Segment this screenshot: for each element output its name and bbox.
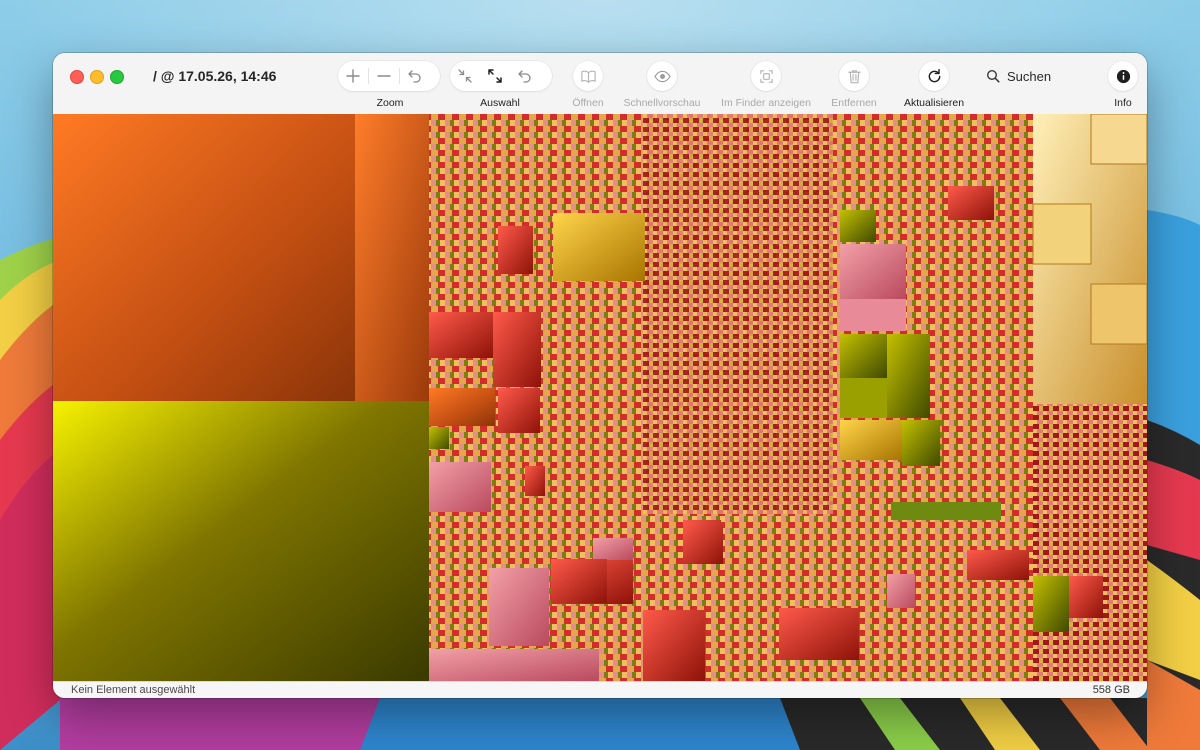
info-label: Info [1114, 97, 1132, 109]
search-field[interactable]: Suchen [986, 61, 1051, 91]
treemap-cream-tile[interactable] [1032, 203, 1092, 265]
treemap-block-red[interactable] [493, 312, 541, 387]
titlebar-toolbar: / @ 17.05.26, 14:46 Zoom Auswahl Öffnen … [53, 53, 1147, 115]
treemap-block-red[interactable] [643, 610, 705, 681]
total-size: 558 GB [1092, 684, 1130, 696]
open-label: Öffnen [572, 97, 604, 109]
undo-arrow-icon [408, 70, 421, 83]
treemap-block-red[interactable] [948, 186, 994, 220]
treemap-block-pink[interactable] [489, 568, 549, 646]
quicklook-label: Schnellvorschau [623, 97, 701, 109]
treemap-block-pink[interactable] [429, 462, 491, 512]
selection-back-button[interactable] [510, 61, 540, 91]
status-bar: Kein Element ausgewählt 558 GB [53, 681, 1147, 698]
treemap-block-olive[interactable] [902, 420, 940, 466]
trash-icon [847, 69, 861, 83]
window-title: / @ 17.05.26, 14:46 [153, 68, 277, 84]
disk-treemap[interactable] [53, 114, 1147, 681]
open-button[interactable] [573, 61, 603, 91]
treemap-block-pink-wide[interactable] [429, 649, 599, 681]
undo-arrow-icon [518, 70, 531, 83]
treemap-block-orange-small[interactable] [429, 388, 495, 426]
book-icon [580, 70, 596, 83]
zoom-back-button[interactable] [400, 61, 430, 91]
treemap-block-olive[interactable] [887, 334, 930, 418]
quicklook-button[interactable] [647, 61, 677, 91]
collapse-selection-button[interactable] [450, 61, 480, 91]
refresh-icon [928, 68, 940, 82]
treemap-block-red[interactable] [429, 312, 493, 358]
zoom-control-group [338, 61, 440, 91]
minus-icon [377, 75, 391, 77]
info-button[interactable] [1108, 61, 1138, 91]
remove-button[interactable] [839, 61, 869, 91]
treemap-block-red[interactable] [498, 226, 533, 274]
treemap-block-pink[interactable] [840, 244, 906, 299]
refresh-button[interactable] [919, 61, 949, 91]
treemap-cream-tile[interactable] [1090, 283, 1147, 345]
zoom-window-button[interactable] [110, 70, 124, 84]
treemap-block-pink[interactable] [593, 538, 633, 560]
treemap-block-olive[interactable] [429, 427, 449, 449]
zoom-out-button[interactable] [369, 61, 399, 91]
treemap-block-gold[interactable] [553, 213, 645, 281]
search-icon [986, 69, 1000, 83]
treemap-dense-region-2[interactable] [643, 114, 833, 514]
selection-label: Auswahl [480, 97, 520, 109]
treemap-block-olive[interactable] [1033, 576, 1069, 632]
treemap-block-orange-column[interactable] [355, 114, 429, 401]
plus-icon [346, 69, 360, 83]
finder-reveal-icon [759, 69, 773, 83]
treemap-block-red[interactable] [551, 559, 607, 603]
app-window: / @ 17.05.26, 14:46 Zoom Auswahl Öffnen … [53, 53, 1147, 698]
treemap-block-pink[interactable] [840, 299, 906, 331]
selection-control-group [450, 61, 552, 91]
arrows-out-icon [488, 69, 502, 83]
selection-status: Kein Element ausgewählt [71, 684, 196, 696]
treemap-block-large-yellow[interactable] [53, 401, 429, 681]
treemap-block-pink[interactable] [887, 574, 915, 608]
treemap-block-red[interactable] [683, 522, 723, 564]
eye-icon [653, 70, 671, 82]
close-window-button[interactable] [70, 70, 84, 84]
zoom-label: Zoom [376, 97, 404, 109]
treemap-block-red[interactable] [967, 550, 1029, 580]
treemap-block-red[interactable] [525, 466, 545, 496]
treemap-block-gold[interactable] [840, 420, 902, 460]
treemap-strip-olive[interactable] [891, 502, 1001, 520]
treemap-block-red[interactable] [1069, 576, 1103, 618]
remove-label: Entfernen [831, 97, 877, 109]
treemap-block-olive[interactable] [840, 378, 887, 418]
reveal-in-finder-button[interactable] [751, 61, 781, 91]
treemap-block-red[interactable] [779, 608, 859, 660]
treemap-block-olive[interactable] [840, 210, 876, 242]
treemap-block-red[interactable] [498, 388, 540, 433]
minimize-window-button[interactable] [90, 70, 104, 84]
info-icon [1116, 69, 1130, 83]
refresh-label: Aktualisieren [903, 97, 965, 109]
treemap-cream-tile[interactable] [1090, 114, 1147, 165]
zoom-in-button[interactable] [338, 61, 368, 91]
arrows-in-icon [458, 69, 472, 83]
reveal-in-finder-label: Im Finder anzeigen [721, 97, 811, 109]
search-label: Suchen [1007, 68, 1052, 84]
expand-selection-button[interactable] [480, 61, 510, 91]
treemap-block-olive[interactable] [840, 334, 887, 378]
treemap-right-mixed[interactable] [1033, 404, 1147, 681]
treemap-block-large-orange[interactable] [53, 114, 355, 401]
